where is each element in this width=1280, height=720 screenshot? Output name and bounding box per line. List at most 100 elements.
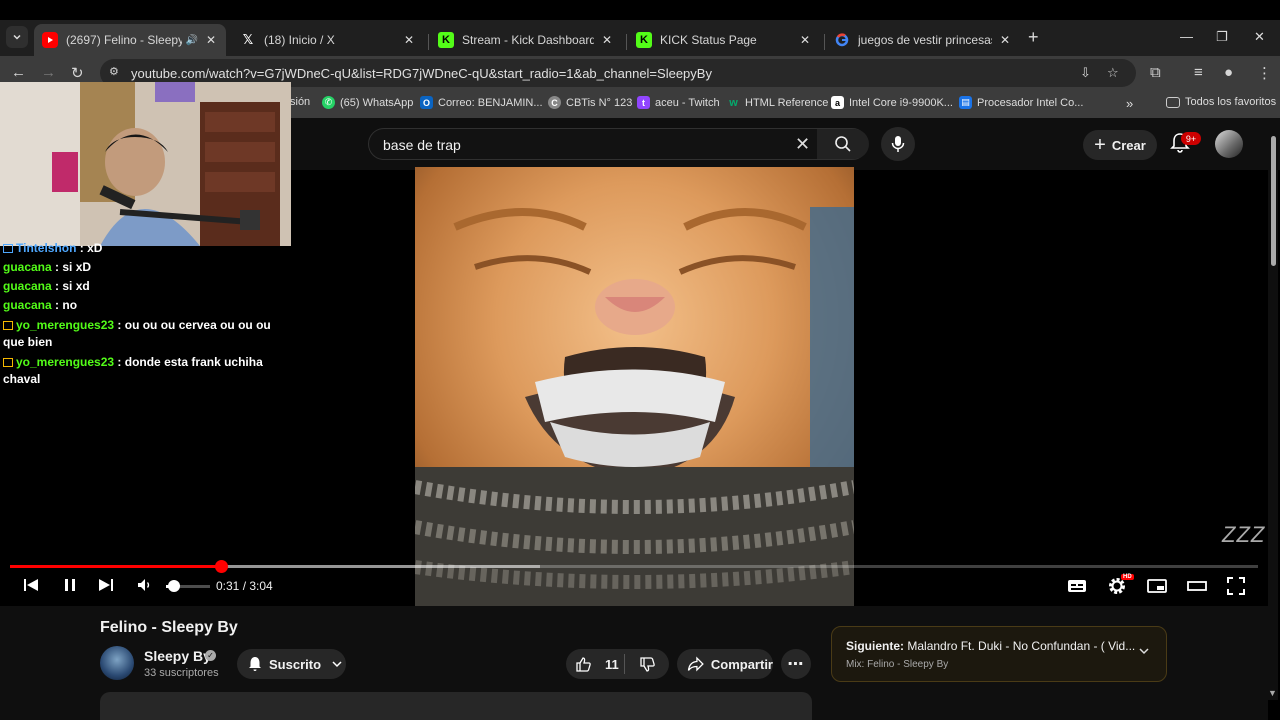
all-bookmarks[interactable]: Todos los favoritos [1166,96,1276,108]
extensions-icon[interactable]: ⧉ [1150,64,1161,81]
chat-badge-icon [3,358,13,367]
back-icon[interactable]: ← [11,64,26,81]
chat-message: guacana : no [3,297,288,314]
tab-close-icon[interactable]: ✕ [798,33,812,47]
bookmark-item[interactable]: ✆ (65) WhatsApp [322,96,413,109]
search-button[interactable] [817,129,869,159]
reload-icon[interactable]: ↻ [71,64,84,82]
bookmark-item[interactable]: sión [290,96,310,108]
close-window-icon[interactable]: ✕ [1254,29,1265,45]
create-label: Crear [1111,137,1146,153]
video-progress-bar[interactable] [10,560,1258,573]
subtitles-button[interactable] [1067,578,1087,594]
folder-icon [1166,96,1180,108]
search-input[interactable]: base de trap [383,137,461,153]
bookmarks-overflow-icon[interactable]: » [1126,96,1133,111]
like-dislike-group: 11 [566,649,669,679]
browser-tab-strip: (2697) Felino - Sleepy By - Y 🔊 ✕ 𝕏 (18)… [0,20,1280,56]
tab-kick-dashboard[interactable]: K Stream - Kick Dashboard ✕ [430,24,622,56]
google-favicon-icon [834,32,850,48]
bookmark-label: sión [290,96,311,108]
more-actions-button[interactable]: ⋯ [781,649,811,679]
tab-youtube[interactable]: (2697) Felino - Sleepy By - Y 🔊 ✕ [34,24,226,56]
media-control-icon[interactable]: ≡ [1194,64,1203,81]
bookmark-item[interactable]: O Correo: BENJAMIN... [420,96,543,109]
share-button[interactable]: Compartir [677,649,773,679]
chat-badge-icon [3,244,13,253]
hd-badge: HD [1121,574,1134,580]
search-box[interactable]: base de trap ✕ [368,128,869,160]
tab-kick-status[interactable]: K KICK Status Page ✕ [628,24,820,56]
tab-title: (2697) Felino - Sleepy By - Y [66,33,182,47]
volume-knob[interactable] [168,580,180,592]
tab-close-icon[interactable]: ✕ [402,33,416,47]
tab-x[interactable]: 𝕏 (18) Inicio / X ✕ [232,24,424,56]
bookmark-star-icon[interactable]: ☆ [1107,65,1119,81]
scrollbar-thumb[interactable] [1271,136,1276,266]
channel-name[interactable]: Sleepy By [144,648,211,664]
chat-text: : xD [79,241,103,255]
chat-username: Tintelshon [16,241,77,255]
watermark-zzz: ZZZ [1222,522,1266,547]
like-button[interactable]: 11 [566,656,624,673]
like-count: 11 [605,656,619,672]
miniplayer-button[interactable] [1147,578,1167,594]
theater-mode-button[interactable] [1187,578,1207,594]
scroll-down-arrow-icon[interactable]: ▼ [1268,688,1277,698]
mute-button[interactable] [136,577,154,593]
profile-icon[interactable]: ● [1224,64,1233,81]
subscribed-button[interactable]: Suscrito [237,649,346,679]
amazon-icon: a [831,96,844,109]
tab-separator [428,34,429,50]
forward-icon[interactable]: → [41,64,56,81]
clear-search-icon[interactable]: ✕ [795,134,810,155]
install-app-icon[interactable]: ⇩ [1080,65,1091,81]
x-favicon-icon: 𝕏 [242,32,254,47]
account-avatar[interactable] [1215,130,1243,158]
tab-search-button[interactable] [6,26,28,48]
site-info-icon[interactable]: ⚙ [109,65,119,78]
bell-icon [249,657,261,671]
bookmark-item[interactable]: ▤ Procesador Intel Co... [959,96,1083,109]
plus-icon: + [1094,133,1106,156]
tab-close-icon[interactable]: ✕ [204,33,218,47]
channel-avatar[interactable] [100,646,134,680]
description-box-top[interactable] [100,692,812,720]
up-next-prefix: Siguiente: [846,639,905,653]
tab-google-search[interactable]: juegos de vestir princesas - Bus ✕ [826,24,1020,56]
speaker-icon[interactable]: 🔊 [186,35,198,46]
chevron-down-icon[interactable] [1138,645,1150,660]
progress-scrubber[interactable] [215,560,228,573]
bookmark-item[interactable]: a Intel Core i9-9900K... [831,96,953,109]
bookmark-item[interactable]: t aceu - Twitch [637,96,720,109]
new-tab-button[interactable]: + [1028,27,1039,48]
next-button[interactable] [97,577,115,593]
restore-icon[interactable]: ❐ [1216,29,1228,45]
bookmark-label: Correo: BENJAMIN... [438,96,543,109]
video-info-section: Felino - Sleepy By Sleepy By ✓ 33 suscri… [0,606,1268,720]
bookmark-item[interactable]: C CBTis N° 123 [548,96,632,109]
menu-icon[interactable]: ⋮ [1257,64,1272,82]
cbtis-icon: C [548,96,561,109]
previous-button[interactable] [22,577,40,593]
tab-close-icon[interactable]: ✕ [600,33,614,47]
thumbs-up-icon [576,656,591,672]
dislike-button[interactable] [625,656,669,673]
up-next-card[interactable]: Siguiente: Malandro Ft. Duki - No Confun… [831,626,1167,682]
chat-username: yo_merengues23 [16,355,115,369]
bookmark-label: aceu - Twitch [655,96,720,109]
minimize-icon[interactable]: — [1180,29,1193,44]
pause-icon [65,579,75,591]
voice-search-button[interactable] [881,127,915,161]
video-frame-cat[interactable] [415,167,854,606]
url-text: youtube.com/watch?v=G7jWDneC-qU&list=RDG… [131,66,712,81]
kick-favicon-icon: K [636,32,652,48]
bookmark-item[interactable]: w HTML Reference [727,96,828,109]
create-button[interactable]: + Crear [1083,130,1157,160]
chat-message: yo_merengues23 : ou ou ou cervea ou ou o… [3,317,288,351]
fullscreen-button[interactable] [1227,577,1245,595]
tab-close-icon[interactable]: ✕ [998,33,1012,47]
page-scrollbar[interactable] [1268,136,1278,700]
webcam-image [0,82,291,246]
pause-button[interactable] [62,577,78,593]
